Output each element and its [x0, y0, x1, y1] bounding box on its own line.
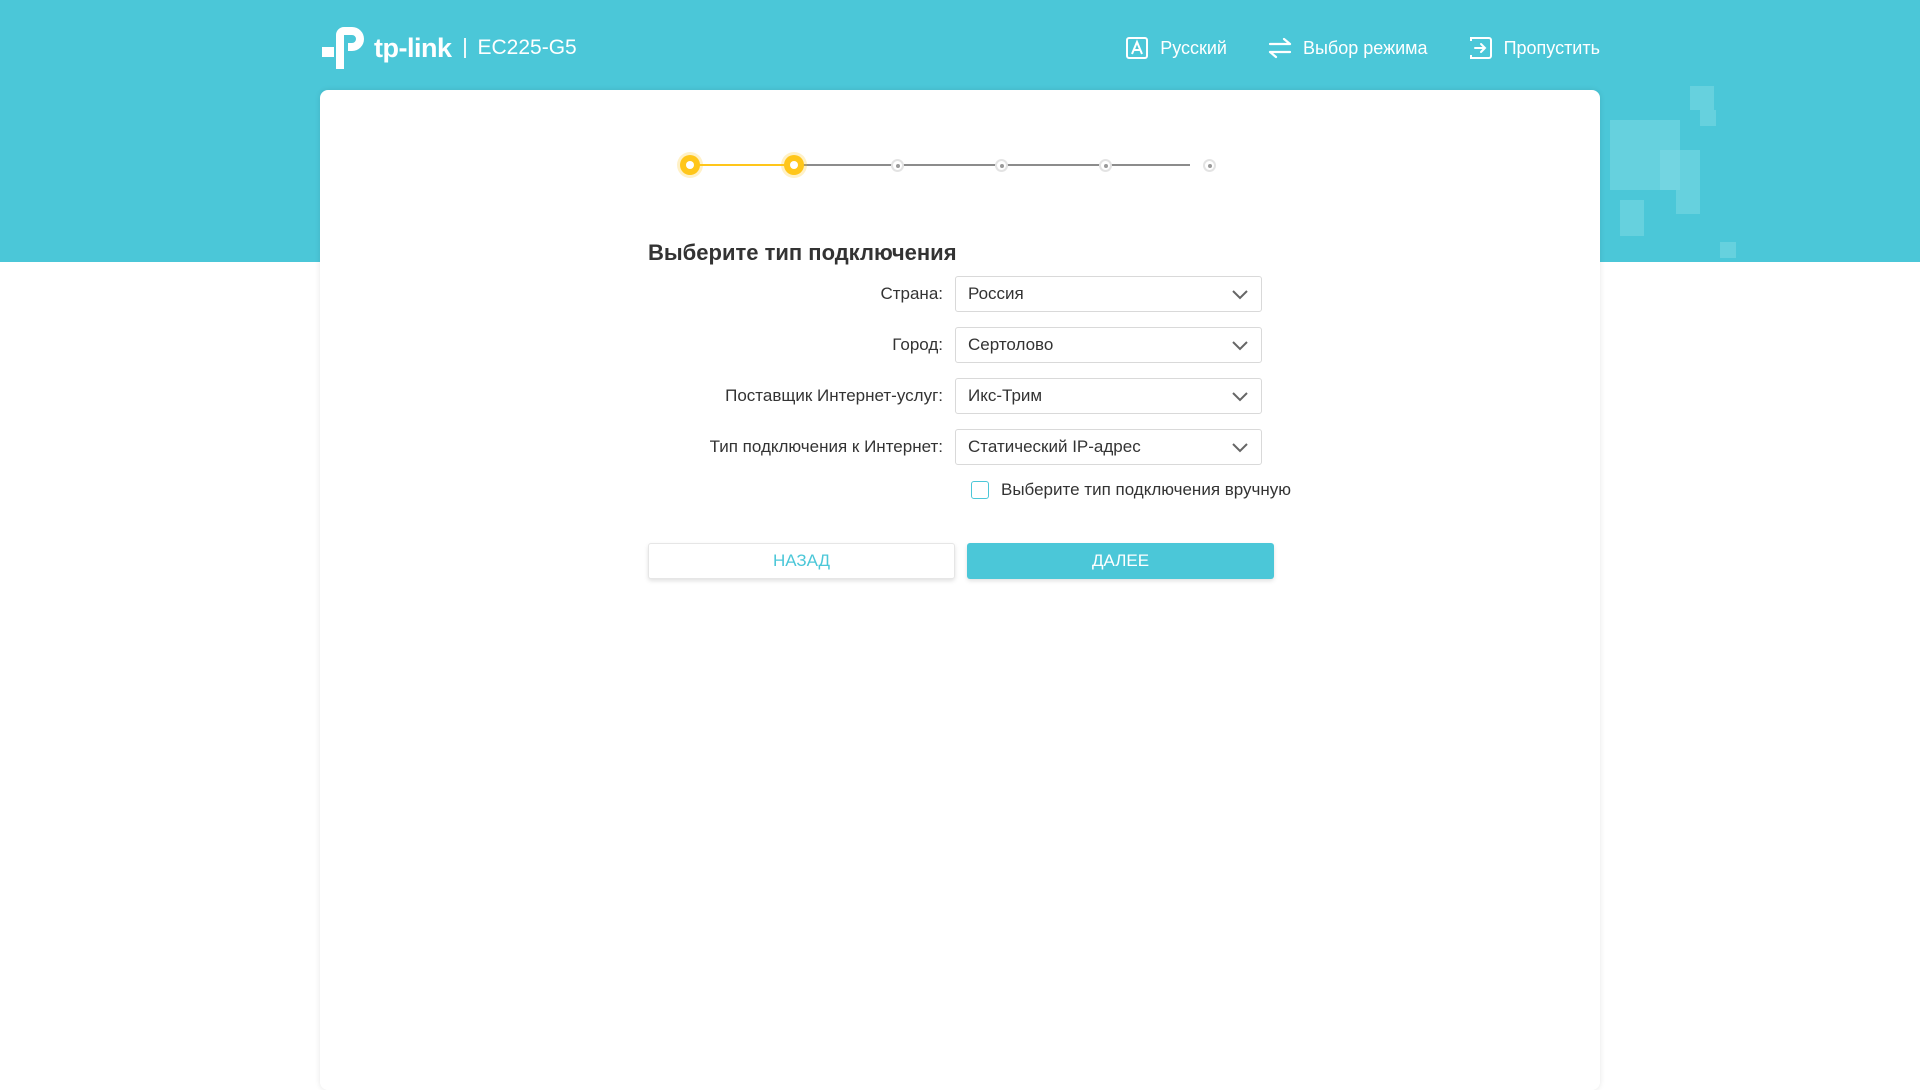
- skip-exit-icon: [1469, 37, 1492, 59]
- banner-decoration: [1690, 86, 1714, 110]
- form-title: Выберите тип подключения: [648, 240, 957, 265]
- language-icon: [1126, 37, 1149, 59]
- connection-type-select[interactable]: Статический IP-адрес: [955, 429, 1262, 465]
- tp-link-logo-icon: [322, 27, 364, 69]
- connection-type-form: Выберите тип подключения Страна: Россия …: [648, 240, 1348, 579]
- step-connector: [1002, 164, 1106, 166]
- isp-row: Поставщик Интернет-услуг: Икс-Трим: [648, 378, 1348, 414]
- step-6-dot: [1203, 159, 1216, 172]
- step-3-dot: [891, 159, 904, 172]
- manual-connection-option: Выберите тип подключения вручную: [971, 477, 1348, 503]
- brand: tp-link EC225-G5: [320, 25, 577, 71]
- step-connector: [794, 164, 898, 166]
- banner-decoration: [1700, 110, 1716, 126]
- banner-decoration: [1620, 200, 1644, 236]
- step-4-dot: [995, 159, 1008, 172]
- skip-button[interactable]: Пропустить: [1468, 35, 1600, 61]
- city-value: Сертолово: [968, 335, 1054, 354]
- isp-label: Поставщик Интернет-услуг:: [725, 386, 943, 405]
- language-label: Русский: [1160, 37, 1227, 58]
- manual-connection-checkbox[interactable]: [971, 481, 989, 499]
- top-navigation: tp-link EC225-G5 Русский Выбор режима Пр…: [320, 18, 1600, 78]
- language-button[interactable]: Русский: [1124, 35, 1227, 61]
- next-button[interactable]: ДАЛЕЕ: [967, 543, 1274, 579]
- connection-type-row: Тип подключения к Интернет: Статический …: [648, 429, 1348, 465]
- progress-stepper: [680, 150, 1216, 180]
- chevron-down-icon: [1232, 290, 1248, 300]
- banner-decoration: [1660, 150, 1700, 190]
- connection-type-value: Статический IP-адрес: [968, 437, 1141, 456]
- chevron-down-icon: [1232, 443, 1248, 453]
- banner-decoration: [1676, 190, 1700, 214]
- country-select[interactable]: Россия: [955, 276, 1262, 312]
- city-label: Город:: [892, 335, 943, 354]
- header-nav: Русский Выбор режима Пропустить: [1124, 35, 1600, 61]
- mode-select-label: Выбор режима: [1302, 37, 1428, 58]
- isp-value: Икс-Трим: [968, 386, 1043, 405]
- brand-divider: [463, 38, 466, 58]
- skip-label: Пропустить: [1503, 37, 1600, 58]
- city-row: Город: Сертолово: [648, 327, 1348, 363]
- country-row: Страна: Россия: [648, 276, 1348, 312]
- manual-connection-label[interactable]: Выберите тип подключения вручную: [1001, 480, 1291, 500]
- model-name: EC225-G5: [477, 36, 577, 59]
- step-connector: [1106, 164, 1190, 166]
- chevron-down-icon: [1232, 341, 1248, 351]
- brand-text: tp-link: [374, 32, 452, 63]
- step-2-dot: [784, 155, 804, 175]
- city-select[interactable]: Сертолово: [955, 327, 1262, 363]
- banner-decoration: [1720, 242, 1736, 258]
- wizard-buttons: НАЗАД ДАЛЕЕ: [648, 543, 1348, 579]
- isp-select[interactable]: Икс-Трим: [955, 378, 1262, 414]
- step-1-dot: [680, 155, 700, 175]
- mode-select-button[interactable]: Выбор режима: [1267, 35, 1428, 61]
- country-label: Страна:: [880, 284, 943, 303]
- step-5-dot: [1099, 159, 1112, 172]
- switch-mode-icon: [1268, 37, 1292, 59]
- step-connector: [690, 164, 794, 166]
- back-button[interactable]: НАЗАД: [648, 543, 955, 579]
- wizard-card: Выберите тип подключения Страна: Россия …: [320, 90, 1600, 1090]
- connection-type-label: Тип подключения к Интернет:: [709, 437, 943, 456]
- chevron-down-icon: [1232, 392, 1248, 402]
- country-value: Россия: [968, 284, 1024, 303]
- step-connector: [898, 164, 1002, 166]
